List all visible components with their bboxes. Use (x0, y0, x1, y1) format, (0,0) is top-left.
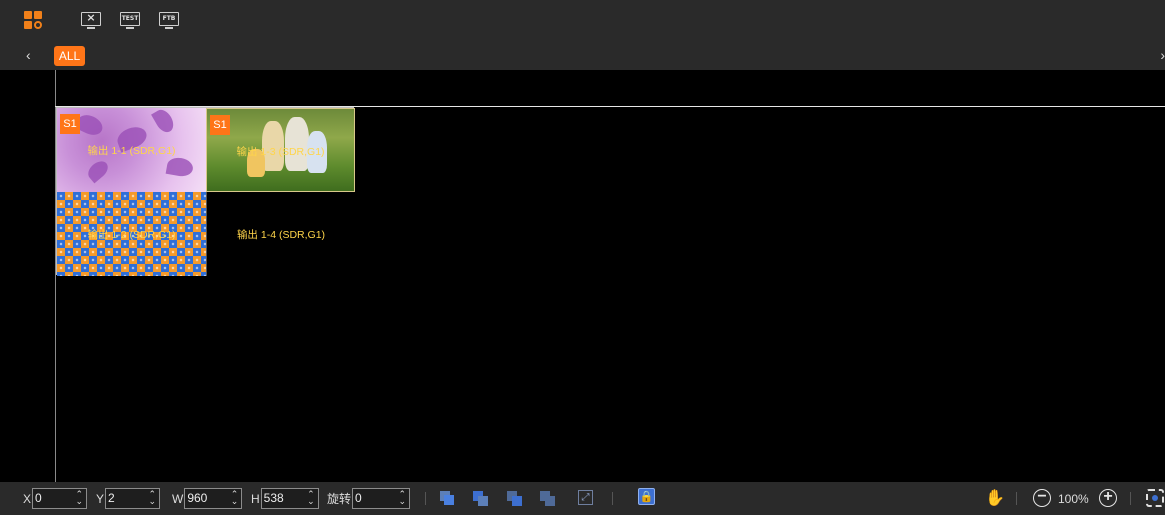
divider (612, 492, 613, 505)
screen-tab-bar: ‹ ALL › (0, 42, 1165, 70)
output-label: 输出 1-3 (SDR,G1) (236, 146, 325, 158)
hand-tool-icon[interactable]: ✋ (985, 488, 1005, 508)
spinner-icon[interactable]: ⌃ ⌄ (398, 490, 406, 506)
h-label: H (251, 491, 260, 506)
divider (425, 492, 426, 505)
zoom-level: 100% (1058, 492, 1089, 506)
test-pattern-button[interactable]: TEST (120, 12, 140, 30)
source-badge: S1 (210, 115, 230, 135)
output-tile-1-3[interactable]: S1 输出 1-3 (SDR,G1) (206, 108, 355, 192)
y-label: Y (96, 491, 105, 506)
output-label: 输出 1-2 (SDR,G1) (87, 229, 176, 241)
source-badge: S1 (60, 114, 80, 134)
w-label: W (172, 491, 184, 506)
divider (1130, 492, 1131, 505)
resize-icon[interactable]: ⤢ (578, 490, 593, 505)
layout-apps-icon[interactable] (24, 11, 43, 30)
output-tile-1-1[interactable]: S1 输出 1-1 (SDR,G1) (57, 108, 206, 192)
clear-screen-icon: × (81, 12, 101, 26)
fit-to-screen-icon[interactable] (1146, 489, 1164, 507)
ftb-icon: FTB (159, 12, 179, 26)
spinner-icon[interactable]: ⌃ ⌄ (75, 490, 83, 506)
x-field: X 0 ⌃ ⌄ (23, 488, 88, 509)
width-input[interactable]: 960 ⌃ ⌄ (184, 488, 243, 509)
x-label: X (23, 491, 32, 506)
top-toolbar: × TEST FTB (0, 0, 1165, 42)
rotate-label: 旋转 (327, 492, 352, 506)
bottom-toolbar: X 0 ⌃ ⌄ Y 2 ⌃ ⌄ W 960 ⌃ ⌄ H 538 ⌃ ⌄ 旋转 0 ⌃ ⌄ (0, 482, 1165, 515)
send-backward-icon[interactable] (540, 491, 555, 506)
y-input[interactable]: 2 ⌃ ⌄ (105, 488, 161, 509)
output-screen-grid: S1 输出 1-1 (SDR,G1) S1 输出 1-3 (SDR,G1) 输出… (56, 107, 355, 276)
w-field: W 960 ⌃ ⌄ (172, 488, 243, 509)
output-label: 输出 1-4 (SDR,G1) (236, 229, 326, 241)
test-pattern-icon: TEST (120, 12, 140, 26)
lock-icon[interactable]: 🔒 (638, 488, 655, 505)
spinner-icon[interactable]: ⌃ ⌄ (148, 490, 156, 506)
height-input[interactable]: 538 ⌃ ⌄ (260, 488, 319, 509)
ftb-button[interactable]: FTB (159, 12, 179, 30)
rotate-input[interactable]: 0 ⌃ ⌄ (352, 488, 411, 509)
bring-forward-icon[interactable] (507, 491, 522, 506)
x-input[interactable]: 0 ⌃ ⌄ (32, 488, 88, 509)
output-tile-1-2[interactable]: 输出 1-2 (SDR,G1) (57, 192, 206, 276)
h-field: H 538 ⌃ ⌄ (251, 488, 319, 509)
clear-screen-button[interactable]: × (81, 12, 101, 30)
chevron-right-icon[interactable]: › (1160, 47, 1165, 63)
tab-all[interactable]: ALL (54, 46, 85, 66)
zoom-in-icon[interactable]: + (1099, 489, 1117, 507)
send-to-back-icon[interactable] (473, 491, 488, 506)
zoom-out-icon[interactable]: − (1033, 489, 1051, 507)
spinner-icon[interactable]: ⌃ ⌄ (307, 490, 315, 506)
divider (1016, 492, 1017, 505)
y-field: Y 2 ⌃ ⌄ (96, 488, 161, 509)
rotate-field: 旋转 0 ⌃ ⌄ (327, 488, 411, 509)
chevron-left-icon[interactable]: ‹ (26, 47, 31, 63)
bring-to-front-icon[interactable] (440, 491, 455, 506)
spinner-icon[interactable]: ⌃ ⌄ (231, 490, 239, 506)
output-tile-1-4[interactable]: 输出 1-4 (SDR,G1) (206, 192, 355, 276)
output-label: 输出 1-1 (SDR,G1) (87, 145, 176, 157)
